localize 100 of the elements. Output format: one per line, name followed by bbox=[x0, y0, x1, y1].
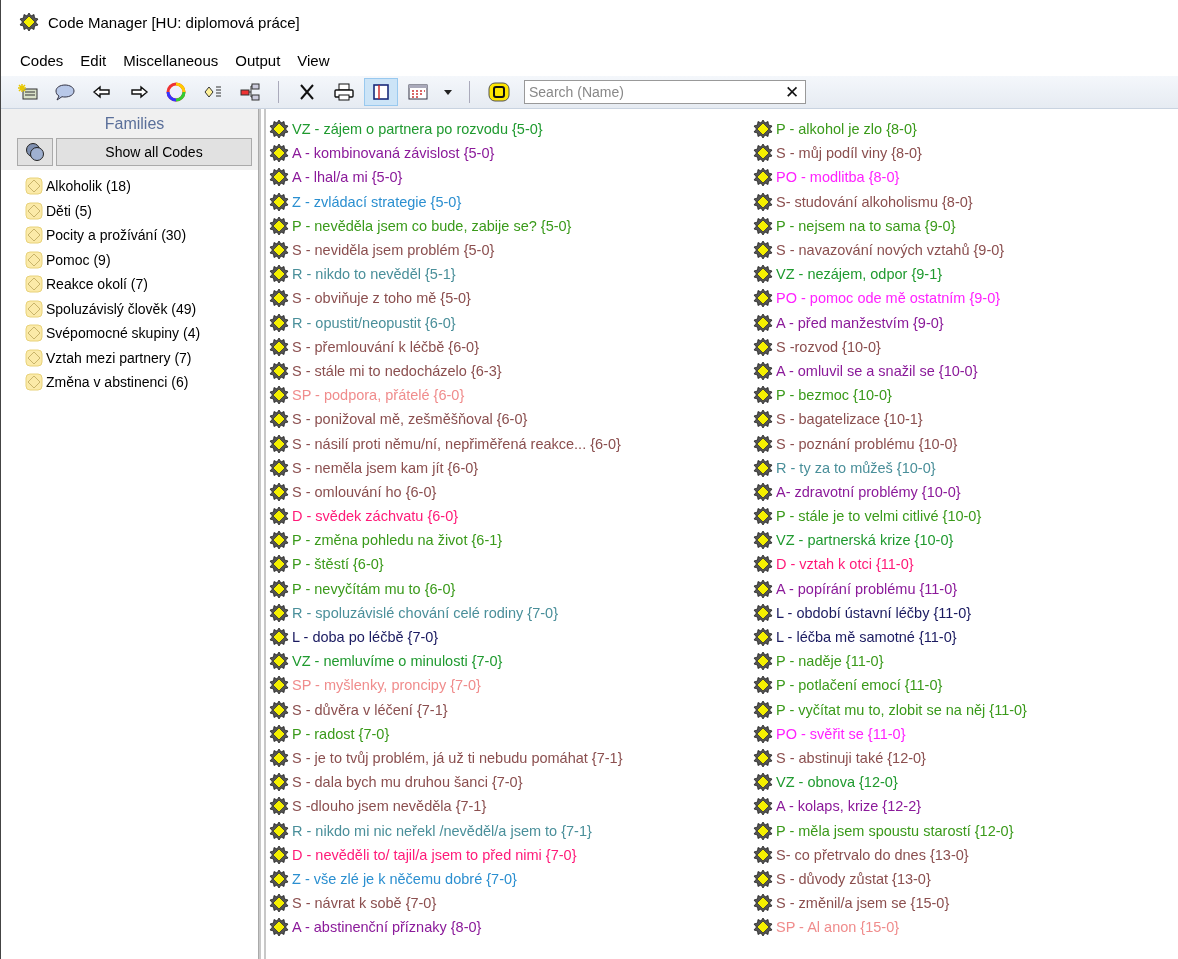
code-item[interactable]: R - spoluzávislé chování celé rodiny {7-0} bbox=[292, 604, 558, 621]
family-item[interactable]: Alkoholik (18) bbox=[46, 178, 131, 195]
family-item[interactable]: Děti (5) bbox=[46, 202, 92, 219]
code-item[interactable]: S -dlouho jsem nevěděla {7-1} bbox=[292, 798, 487, 815]
family-item[interactable]: Spoluzávislý člověk (49) bbox=[46, 300, 197, 317]
code-item[interactable]: S - obviňuje z toho mě {5-0} bbox=[292, 290, 471, 307]
search-field[interactable]: Search (Name) ✕ bbox=[524, 80, 806, 104]
code-icon bbox=[753, 215, 773, 236]
code-item[interactable]: S - omlouvání ho {6-0} bbox=[292, 483, 437, 500]
code-icon bbox=[753, 336, 773, 357]
code-item[interactable]: S - důvody zůstat {13-0} bbox=[776, 870, 931, 887]
code-item[interactable]: P - nevyčítám mu to {6-0} bbox=[292, 580, 456, 597]
code-item[interactable]: S - můj podíl viny {8-0} bbox=[776, 145, 922, 162]
code-item[interactable]: L - období ústavní léčby {11-0} bbox=[776, 604, 972, 621]
code-item[interactable]: Z - vše zlé je k něčemu dobré {7-0} bbox=[292, 870, 517, 887]
code-item[interactable]: S - důvěra v léčení {7-1} bbox=[292, 701, 448, 718]
code-item[interactable]: D - svědek záchvatu {6-0} bbox=[292, 508, 459, 525]
menu-item[interactable]: Output bbox=[228, 51, 288, 69]
code-item[interactable]: R - opustit/neopustit {6-0} bbox=[292, 314, 456, 331]
code-icon bbox=[269, 433, 289, 454]
code-item[interactable]: S - dala bych mu druhou šanci {7-0} bbox=[292, 774, 523, 791]
code-item[interactable]: A - abstinenční příznaky {8-0} bbox=[292, 919, 482, 936]
code-item[interactable]: S - poznání problému {10-0} bbox=[776, 435, 958, 452]
code-item[interactable]: R - nikdo to nevěděl {5-1} bbox=[292, 266, 456, 283]
code-item[interactable]: VZ - zájem o partnera po rozvodu {5-0} bbox=[292, 121, 543, 138]
code-item[interactable]: A - popírání problému {11-0} bbox=[776, 580, 958, 597]
circles-icon bbox=[25, 142, 45, 162]
families-button[interactable] bbox=[17, 138, 53, 166]
code-item[interactable]: R - ty za to můžeš {10-0} bbox=[776, 459, 936, 476]
code-item[interactable]: A - kolaps, krize {12-2} bbox=[776, 798, 922, 815]
family-item[interactable]: Svépomocné skupiny (4) bbox=[46, 325, 201, 342]
code-icon bbox=[269, 336, 289, 357]
code-item[interactable]: P - nejsem na to sama {9-0} bbox=[776, 217, 956, 234]
code-item[interactable]: VZ - nezájem, odpor {9-1} bbox=[776, 266, 943, 283]
code-item[interactable]: Z - zvládací strategie {5-0} bbox=[292, 193, 462, 210]
code-item[interactable]: A- zdravotní problémy {10-0} bbox=[776, 483, 961, 500]
code-item[interactable]: P - bezmoc {10-0} bbox=[776, 387, 892, 404]
family-item[interactable]: Vztah mezi partnery (7) bbox=[46, 349, 192, 366]
code-item[interactable]: VZ - nemluvíme o minulosti {7-0} bbox=[292, 653, 503, 670]
code-item[interactable]: P - nevěděla jsem co bude, zabije se? {5-0} bbox=[292, 217, 572, 234]
clear-button[interactable]: ✕ bbox=[779, 81, 805, 103]
code-item[interactable]: P - potlačení emocí {11-0} bbox=[776, 677, 943, 694]
code-icon bbox=[753, 844, 773, 865]
code-item[interactable]: A - kombinovaná závislost {5-0} bbox=[292, 145, 495, 162]
menu-item[interactable]: Edit bbox=[73, 51, 114, 69]
code-item[interactable]: S - stále mi to nedocházelo {6-3} bbox=[292, 362, 502, 379]
code-item[interactable]: R - nikdo mi nic neřekl /nevěděl/a jsem to {7-1} bbox=[292, 822, 592, 839]
code-item[interactable]: S - je to tvůj problém, já už ti nebudu pomáhat {7-1} bbox=[292, 749, 623, 766]
menu-item[interactable]: Miscellaneous bbox=[116, 51, 226, 69]
code-item[interactable]: S - navazování nových vztahů {9-0} bbox=[776, 242, 1005, 259]
family-item[interactable]: Pomoc (9) bbox=[46, 251, 111, 268]
code-item[interactable]: P - změna pohledu na život {6-1} bbox=[292, 532, 503, 549]
code-icon bbox=[753, 264, 773, 285]
family-item[interactable]: Reakce okolí (7) bbox=[46, 276, 148, 293]
new-code-icon bbox=[17, 82, 39, 102]
code-icon bbox=[269, 868, 289, 889]
code-item[interactable]: S- studování alkoholismu {8-0} bbox=[776, 193, 973, 210]
show-all-codes-button[interactable]: Show all Codes bbox=[56, 138, 252, 166]
code-item[interactable]: D - nevěděli to/ tajil/a jsem to před nimi {7-0} bbox=[292, 846, 577, 863]
code-item[interactable]: P - měla jsem spoustu starostí {12-0} bbox=[776, 822, 1014, 839]
code-item[interactable]: S - návrat k sobě {7-0} bbox=[292, 895, 437, 912]
code-item[interactable]: P - naděje {11-0} bbox=[776, 653, 884, 670]
code-icon bbox=[269, 143, 289, 164]
code-icon bbox=[269, 409, 289, 430]
code-icon bbox=[753, 191, 773, 212]
code-item[interactable]: L - doba po léčbě {7-0} bbox=[292, 629, 439, 646]
code-icon bbox=[753, 167, 773, 188]
family-item[interactable]: Změna v abstinenci (6) bbox=[46, 374, 189, 391]
code-item[interactable]: VZ - partnerská krize {10-0} bbox=[776, 532, 954, 549]
code-item[interactable]: S - neviděla jsem problém {5-0} bbox=[292, 242, 495, 259]
code-item[interactable]: P - vyčítat mu to, zlobit se na něj {11-0} bbox=[776, 701, 1027, 718]
code-item[interactable]: S - změnil/a jsem se {15-0} bbox=[776, 895, 950, 912]
menu-item[interactable]: View bbox=[290, 51, 337, 69]
family-icon bbox=[25, 201, 43, 220]
code-item[interactable]: S -rozvod {10-0} bbox=[776, 338, 881, 355]
code-icon bbox=[753, 506, 773, 527]
code-item[interactable]: S - bagatelizace {10-1} bbox=[776, 411, 923, 428]
code-item[interactable]: P - radost {7-0} bbox=[292, 725, 390, 742]
code-item[interactable]: S - násilí proti němu/ní, nepřiměřená reakce... {6-0} bbox=[292, 435, 621, 452]
family-item[interactable]: Pocity a prožívání (30) bbox=[46, 227, 187, 244]
code-item[interactable]: S- co přetrvalo do dnes {13-0} bbox=[776, 846, 969, 863]
code-item[interactable]: A - před manžestvím {9-0} bbox=[776, 314, 944, 331]
code-item[interactable]: S - přemlouvání k léčbě {6-0} bbox=[292, 338, 479, 355]
code-item[interactable]: P - stále je to velmi citlivé {10-0} bbox=[776, 508, 982, 525]
toolbar-button[interactable] bbox=[364, 78, 398, 106]
code-item[interactable]: P - štěstí {6-0} bbox=[292, 556, 384, 573]
code-item[interactable]: A - omluvil se a snažil se {10-0} bbox=[776, 362, 978, 379]
code-item[interactable]: A - lhal/a mi {5-0} bbox=[292, 169, 403, 186]
code-item[interactable]: S - abstinuji také {12-0} bbox=[776, 749, 926, 766]
table-icon bbox=[407, 82, 429, 102]
code-item[interactable]: L - léčba mě samotné {11-0} bbox=[776, 629, 957, 646]
code-icon bbox=[753, 119, 773, 140]
code-icon bbox=[753, 627, 773, 648]
code-icon bbox=[269, 578, 289, 599]
code-item[interactable]: P - alkohol je zlo {8-0} bbox=[776, 121, 917, 138]
code-item[interactable]: VZ - obnova {12-0} bbox=[776, 774, 898, 791]
menu-item[interactable]: Codes bbox=[13, 51, 71, 69]
code-item[interactable]: S - ponižoval mě, zešměšňoval {6-0} bbox=[292, 411, 528, 428]
code-item[interactable]: D - vztah k otci {11-0} bbox=[776, 556, 914, 573]
code-item[interactable]: S - neměla jsem kam jít {6-0} bbox=[292, 459, 479, 476]
